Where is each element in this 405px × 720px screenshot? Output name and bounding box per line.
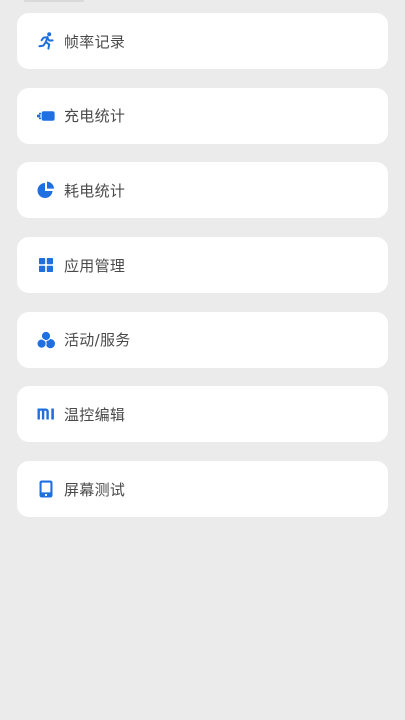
grid-four-squares-icon [36,255,56,275]
mi-logo-icon [36,404,56,424]
menu-item-label: 温控编辑 [64,405,126,424]
menu-item-label: 屏幕测试 [64,480,126,499]
menu-item-label: 耗电统计 [64,181,126,200]
tools-menu: 帧率记录 充电统计 耗电统计 应用管理 活动/服务 温控编辑 屏幕测试 [17,13,388,536]
phone-screen-icon [36,479,56,499]
three-circles-icon [36,330,56,350]
menu-item-label: 活动/服务 [64,331,131,350]
charging-battery-icon [36,106,56,126]
menu-item-activities-services[interactable]: 活动/服务 [17,311,388,368]
menu-item-thermal-control-edit[interactable]: 温控编辑 [17,386,388,443]
pie-chart-icon [36,180,56,200]
top-edge-remnant [24,0,84,2]
menu-item-label: 帧率记录 [64,32,126,51]
menu-item-screen-test[interactable]: 屏幕测试 [17,461,388,518]
menu-item-charging-stats[interactable]: 充电统计 [17,87,388,144]
menu-item-label: 应用管理 [64,256,126,275]
menu-item-label: 充电统计 [64,107,126,126]
menu-item-power-usage-stats[interactable]: 耗电统计 [17,162,388,219]
menu-item-app-management[interactable]: 应用管理 [17,237,388,294]
running-figure-icon [36,31,56,51]
menu-item-frame-rate-record[interactable]: 帧率记录 [17,13,388,69]
